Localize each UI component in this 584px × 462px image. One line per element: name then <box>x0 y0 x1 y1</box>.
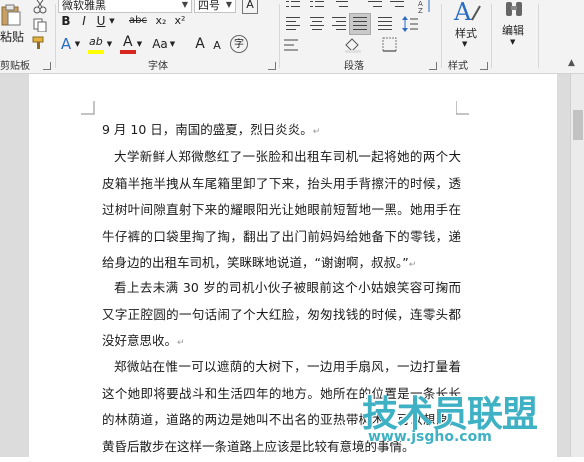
paragraph-3: 看上去未满 30 岁的司机小伙子被眼前这个小姑娘笑容可掬而又字正腔圆的一句话闹了… <box>102 275 461 357</box>
watermark: 技术员联盟 www.jsgho.com <box>362 385 574 451</box>
clipboard-group-label: 剪贴板 <box>0 61 30 72</box>
shrink-font-button[interactable]: A <box>210 37 224 55</box>
grow-font-button[interactable]: A <box>192 35 208 53</box>
line-spacing-icon[interactable] <box>402 16 418 32</box>
paragraph-group-label: 段落 <box>344 61 364 72</box>
font-size-combo[interactable]: 四号 ▼ <box>194 0 236 13</box>
paragraph-1: 9 月 10 日，南国的盛夏，烈日炎炎。↵ <box>102 117 461 146</box>
borders-icon[interactable] <box>382 37 398 53</box>
change-case-button[interactable]: Aa <box>150 35 170 53</box>
paste-label: 粘贴 <box>0 30 25 44</box>
chevron-down-icon: ▼ <box>510 38 516 46</box>
change-case-dropdown-icon[interactable]: ▼ <box>169 35 176 53</box>
text-effects-button[interactable]: A <box>58 35 74 53</box>
highlight-label: ab <box>89 35 103 48</box>
copy-icon[interactable] <box>33 18 47 32</box>
scrollbar-thumb[interactable] <box>573 110 583 140</box>
cut-icon[interactable] <box>33 0 47 14</box>
paragraph-text: 大学新鲜人郑微憋红了一张脸和出租车司机一起将她的两个大皮箱半拖半拽从车尾箱里卸了… <box>102 149 461 270</box>
bullets-icon[interactable] <box>286 0 300 12</box>
paragraph-dialog-launcher[interactable] <box>429 62 437 70</box>
italic-button[interactable]: I <box>76 12 92 30</box>
ribbon: 粘贴 剪贴板 微软雅黑 ▼ 四号 ▼ A B I U ▼ abc x₂ x² A… <box>0 0 584 74</box>
paragraph-text: 看上去未满 30 岁的司机小伙子被眼前这个小姑娘笑容可掬而又字正腔圆的一句话闹了… <box>102 280 461 348</box>
styles-group: A 样式 ▼ 样式 <box>442 0 490 73</box>
styles-button[interactable]: A 样式 ▼ <box>446 0 486 50</box>
increase-indent-icon[interactable] <box>390 0 404 12</box>
paragraph-text: 9 月 10 日，南国的盛夏，烈日炎炎。 <box>102 122 313 137</box>
crop-mark-top-right <box>456 101 469 115</box>
watermark-url: www.jsgho.com <box>368 429 492 445</box>
subscript-button[interactable]: x₂ <box>152 12 170 30</box>
align-center-icon[interactable] <box>310 17 324 30</box>
multilevel-list-icon[interactable] <box>336 0 350 12</box>
distribute-icon[interactable] <box>378 17 392 30</box>
clipboard-group: 粘贴 剪贴板 <box>0 0 54 73</box>
editing-label: 编辑 <box>502 24 524 37</box>
separator <box>538 4 539 68</box>
chevron-down-icon: ▼ <box>181 0 189 9</box>
justify-icon <box>353 17 367 30</box>
font-group-label: 字体 <box>148 61 168 72</box>
paste-button[interactable]: 粘贴 <box>0 2 26 48</box>
svg-text:Z: Z <box>418 7 423 14</box>
asian-layout-icon[interactable] <box>284 38 300 52</box>
paragraph-mark: ↵ <box>408 260 417 270</box>
svg-text:A: A <box>453 0 472 24</box>
underline-dropdown-icon[interactable]: ▼ <box>108 12 116 30</box>
highlight-button[interactable]: ab <box>88 35 106 55</box>
font-color-button[interactable]: A <box>120 34 136 55</box>
numbering-icon[interactable] <box>310 0 324 12</box>
highlight-color-bar <box>88 50 104 54</box>
editing-group: 编辑 ▼ <box>492 0 536 73</box>
paragraph-2: 大学新鲜人郑微憋红了一张脸和出租车司机一起将她的两个大皮箱半拖半拽从车尾箱里卸了… <box>102 144 461 279</box>
clipboard-dialog-launcher[interactable] <box>43 62 51 70</box>
chevron-down-icon: ▼ <box>225 0 233 9</box>
font-name-value: 微软雅黑 <box>62 0 106 12</box>
sort-icon[interactable]: AZ <box>418 0 434 14</box>
align-left-icon[interactable] <box>286 17 300 30</box>
font-color-dropdown-icon[interactable]: ▼ <box>136 35 143 53</box>
crop-mark-top-left <box>81 101 95 115</box>
underline-button[interactable]: U <box>94 12 108 30</box>
editing-button[interactable]: 编辑 ▼ <box>496 0 532 50</box>
paste-icon <box>1 4 21 26</box>
strikethrough-button[interactable]: abc <box>126 12 150 30</box>
paragraph-mark: ↵ <box>177 338 185 348</box>
font-color-bar <box>120 50 136 54</box>
binoculars-icon <box>506 2 522 16</box>
format-painter-icon[interactable] <box>32 36 48 50</box>
collapse-ribbon-icon[interactable]: ▲ <box>568 58 575 68</box>
justify-button[interactable] <box>349 13 371 35</box>
clear-format-button[interactable]: A <box>242 0 258 14</box>
decrease-indent-icon[interactable] <box>368 0 382 12</box>
styles-dialog-launcher[interactable] <box>480 62 488 70</box>
font-dialog-launcher[interactable] <box>268 62 276 70</box>
shading-icon[interactable] <box>344 37 362 53</box>
font-size-value: 四号 <box>198 0 220 12</box>
superscript-button[interactable]: x² <box>171 12 189 30</box>
highlight-dropdown-icon[interactable]: ▼ <box>106 35 113 53</box>
text-effects-dropdown-icon[interactable]: ▼ <box>74 35 81 53</box>
bold-button[interactable]: B <box>58 12 74 30</box>
align-right-icon[interactable] <box>332 17 346 30</box>
styles-icon: A <box>453 0 481 24</box>
enclose-character-button[interactable]: 字 <box>230 35 248 53</box>
font-group: 微软雅黑 ▼ 四号 ▼ A B I U ▼ abc x₂ x² A ▼ ab ▼… <box>56 0 278 73</box>
paragraph-mark: ↵ <box>312 127 321 137</box>
styles-group-label: 样式 <box>448 61 468 72</box>
paragraph-group: AZ 段落 <box>280 0 440 73</box>
font-color-label: A <box>123 34 133 50</box>
styles-label: 样式 <box>455 27 477 40</box>
chevron-down-icon: ▼ <box>462 40 468 48</box>
